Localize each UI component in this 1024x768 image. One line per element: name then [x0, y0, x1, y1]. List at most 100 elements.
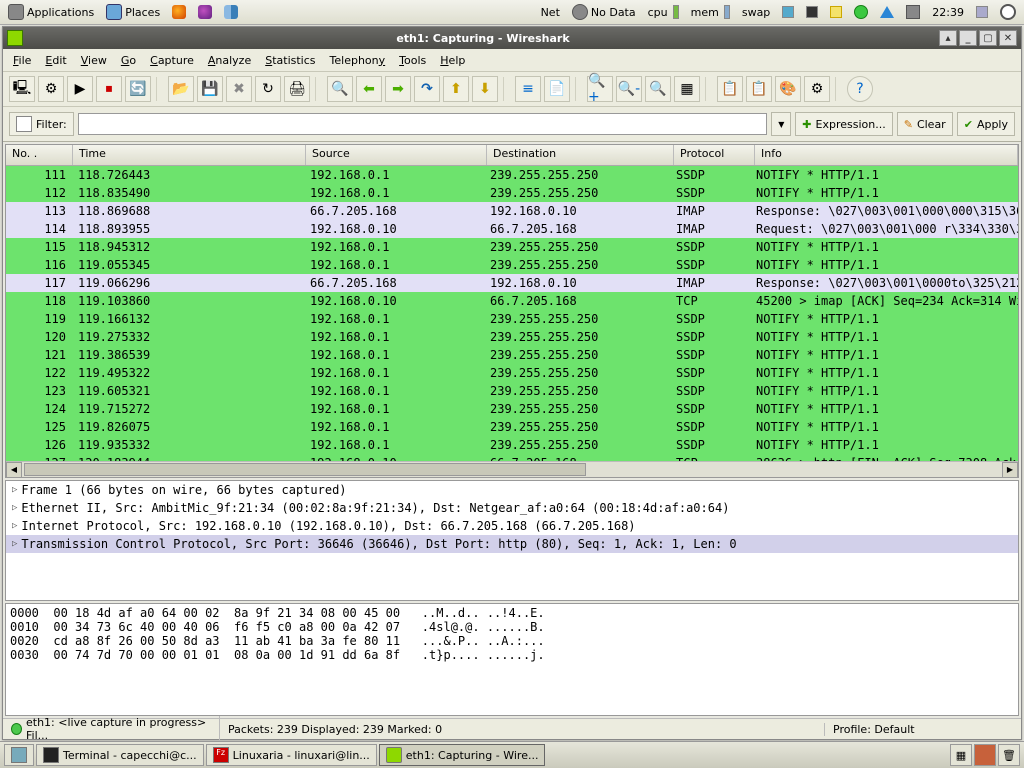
tb-back[interactable]: ⬅ [356, 76, 382, 102]
tb-options[interactable]: ⚙ [38, 76, 64, 102]
user-switcher[interactable] [974, 744, 996, 766]
window-minimize-button[interactable]: _ [959, 30, 977, 46]
tray-notes-icon[interactable] [826, 6, 846, 18]
firefox-launcher[interactable] [168, 5, 190, 19]
scroll-right-icon[interactable]: ▶ [1002, 462, 1018, 478]
packet-list-scrollbar[interactable]: ◀ ▶ [6, 461, 1018, 477]
packet-row[interactable]: 116119.055345192.168.0.1239.255.255.250S… [6, 256, 1018, 274]
tree-ip[interactable]: ▷Internet Protocol, Src: 192.168.0.10 (1… [6, 517, 1018, 535]
status-profile[interactable]: Profile: Default [825, 723, 1021, 736]
tb-resize-cols[interactable]: ▦ [674, 76, 700, 102]
menu-statistics[interactable]: Statistics [259, 52, 321, 69]
filter-button[interactable]: Filter: [9, 112, 74, 136]
tb-reload[interactable]: ↻ [255, 76, 281, 102]
tb-close[interactable]: ✖ [226, 76, 252, 102]
menu-help[interactable]: Help [434, 52, 471, 69]
tray-status-icon[interactable] [850, 5, 872, 19]
packet-row[interactable]: 119119.166132192.168.0.1239.255.255.250S… [6, 310, 1018, 328]
menu-analyze[interactable]: Analyze [202, 52, 257, 69]
tray-monitor-icon[interactable] [972, 6, 992, 18]
tb-display-filters[interactable]: 📋 [746, 76, 772, 102]
tb-start[interactable]: ▶ [67, 76, 93, 102]
filter-input[interactable] [78, 113, 768, 135]
tray-icon-2[interactable] [802, 6, 822, 18]
trash-button[interactable]: 🗑 [998, 744, 1020, 766]
status-capture[interactable]: eth1: <live capture in progress> Fil... [3, 716, 220, 742]
tb-last[interactable]: ⬇ [472, 76, 498, 102]
scroll-thumb[interactable] [24, 463, 586, 476]
scroll-left-icon[interactable]: ◀ [6, 462, 22, 478]
swap-monitor[interactable]: swap [738, 6, 774, 19]
packet-row[interactable]: 111118.726443192.168.0.1239.255.255.250S… [6, 166, 1018, 184]
net-indicator[interactable]: Net [537, 6, 564, 19]
col-info[interactable]: Info [755, 145, 1018, 165]
pidgin-launcher[interactable] [194, 5, 216, 19]
applications-menu[interactable]: Applications [4, 4, 98, 20]
menu-edit[interactable]: Edit [39, 52, 72, 69]
packet-row[interactable]: 124119.715272192.168.0.1239.255.255.250S… [6, 400, 1018, 418]
apply-button[interactable]: ✔Apply [957, 112, 1015, 136]
packet-list-body[interactable]: 111118.726443192.168.0.1239.255.255.250S… [6, 166, 1018, 461]
tree-frame[interactable]: ▷Frame 1 (66 bytes on wire, 66 bytes cap… [6, 481, 1018, 499]
task-terminal[interactable]: Terminal - capecchi@c... [36, 744, 204, 766]
packet-row[interactable]: 118119.103860192.168.0.1066.7.205.168TCP… [6, 292, 1018, 310]
tray-volume-icon[interactable] [902, 5, 924, 19]
tb-colorize[interactable]: ≡ [515, 76, 541, 102]
nodata-indicator[interactable]: No Data [568, 4, 640, 20]
tb-first[interactable]: ⬆ [443, 76, 469, 102]
tb-interfaces[interactable]: 🖳 [9, 76, 35, 102]
packet-row[interactable]: 125119.826075192.168.0.1239.255.255.250S… [6, 418, 1018, 436]
menu-tools[interactable]: Tools [393, 52, 432, 69]
clock[interactable]: 22:39 [928, 6, 968, 19]
tb-coloring-rules[interactable]: 🎨 [775, 76, 801, 102]
packet-row[interactable]: 122119.495322192.168.0.1239.255.255.250S… [6, 364, 1018, 382]
tb-autoscroll[interactable]: 📄 [544, 76, 570, 102]
menu-file[interactable]: File [7, 52, 37, 69]
tb-zoom-out[interactable]: 🔍- [616, 76, 642, 102]
tree-tcp[interactable]: ▷Transmission Control Protocol, Src Port… [6, 535, 1018, 553]
tree-ethernet[interactable]: ▷Ethernet II, Src: AmbitMic_9f:21:34 (00… [6, 499, 1018, 517]
cycle-launcher[interactable] [220, 5, 242, 19]
packet-row[interactable]: 112118.835490192.168.0.1239.255.255.250S… [6, 184, 1018, 202]
menu-view[interactable]: View [75, 52, 113, 69]
packet-row[interactable]: 127120.183944192.168.0.1066.7.205.168TCP… [6, 454, 1018, 461]
menu-telephony[interactable]: Telephony [324, 52, 392, 69]
tb-forward[interactable]: ➡ [385, 76, 411, 102]
col-source[interactable]: Source [306, 145, 487, 165]
task-wireshark[interactable]: eth1: Capturing - Wire... [379, 744, 546, 766]
menu-go[interactable]: Go [115, 52, 142, 69]
tray-wifi-icon[interactable] [876, 6, 898, 18]
packet-row[interactable]: 115118.945312192.168.0.1239.255.255.250S… [6, 238, 1018, 256]
expression-button[interactable]: ✚Expression... [795, 112, 892, 136]
col-protocol[interactable]: Protocol [674, 145, 755, 165]
tb-zoom-reset[interactable]: 🔍 [645, 76, 671, 102]
menu-capture[interactable]: Capture [144, 52, 200, 69]
packet-row[interactable]: 114118.893955192.168.0.1066.7.205.168IMA… [6, 220, 1018, 238]
cpu-monitor[interactable]: cpu [644, 5, 683, 19]
filter-dropdown[interactable]: ▼ [771, 112, 791, 136]
tray-icon-1[interactable] [778, 6, 798, 18]
show-desktop-button[interactable] [4, 744, 34, 766]
clear-button[interactable]: ✎Clear [897, 112, 953, 136]
tb-help[interactable]: ? [847, 76, 873, 102]
packet-row[interactable]: 121119.386539192.168.0.1239.255.255.250S… [6, 346, 1018, 364]
places-menu[interactable]: Places [102, 4, 164, 20]
tb-save[interactable]: 💾 [197, 76, 223, 102]
packet-row[interactable]: 117119.06629666.7.205.168192.168.0.10IMA… [6, 274, 1018, 292]
tb-open[interactable]: 📂 [168, 76, 194, 102]
workspace-switcher[interactable]: ▦ [950, 744, 972, 766]
titlebar[interactable]: eth1: Capturing - Wireshark ▴ _ ▢ ✕ [3, 27, 1021, 49]
tb-prefs[interactable]: ⚙ [804, 76, 830, 102]
window-maximize-button[interactable]: ▢ [979, 30, 997, 46]
packet-bytes-pane[interactable]: 0000 00 18 4d af a0 64 00 02 8a 9f 21 34… [5, 603, 1019, 716]
packet-row[interactable]: 113118.86968866.7.205.168192.168.0.10IMA… [6, 202, 1018, 220]
window-roll-button[interactable]: ▴ [939, 30, 957, 46]
packet-details-pane[interactable]: ▷Frame 1 (66 bytes on wire, 66 bytes cap… [5, 480, 1019, 601]
col-time[interactable]: Time [73, 145, 306, 165]
packet-row[interactable]: 123119.605321192.168.0.1239.255.255.250S… [6, 382, 1018, 400]
tb-capture-filters[interactable]: 📋 [717, 76, 743, 102]
packet-row[interactable]: 120119.275332192.168.0.1239.255.255.250S… [6, 328, 1018, 346]
col-no[interactable]: No. . [6, 145, 73, 165]
packet-row[interactable]: 126119.935332192.168.0.1239.255.255.250S… [6, 436, 1018, 454]
col-destination[interactable]: Destination [487, 145, 674, 165]
